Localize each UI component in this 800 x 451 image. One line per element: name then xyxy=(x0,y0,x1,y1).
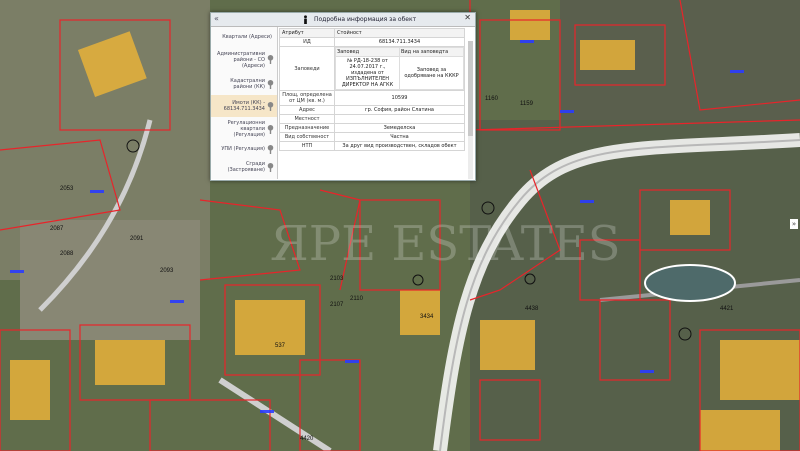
map-label: 2088 xyxy=(60,251,74,257)
attr-value xyxy=(334,114,465,124)
layer-item-label: Сгради (Застрояване) xyxy=(227,161,265,173)
watermark: ЯРЕ ESTATES xyxy=(270,216,621,272)
layer-item-label: Имоти (КК) - 68134.711.3434 xyxy=(223,100,265,112)
layer-item-cadastral-districts[interactable]: Кадастрални райони (КК) xyxy=(211,73,277,95)
info-icon xyxy=(304,15,307,24)
panel-title: Подробна информация за обект xyxy=(314,16,417,23)
panel-scrollbar[interactable] xyxy=(468,41,473,179)
pin-icon xyxy=(267,162,274,172)
attr-value: 68134.711.3434 xyxy=(334,37,465,47)
attr-value: гр. София, район Слатина xyxy=(334,105,465,115)
attr-key: Местност xyxy=(279,114,335,124)
map-side-toggle-button[interactable]: » xyxy=(790,219,798,229)
map-label: 2093 xyxy=(160,268,174,274)
orders-header-order: Заповед xyxy=(335,47,400,57)
attributes-content[interactable]: Атрибут Стойност ИД 68134.711.3434 Запов… xyxy=(279,28,467,178)
table-row: Площ, определена от ЦМ (кв. м.) 10599 xyxy=(279,90,465,106)
layer-list: Квартали (Адреси) Административни райони… xyxy=(211,27,278,179)
table-row: НТП За друг вид производствен, складов о… xyxy=(279,141,465,151)
orders-table: Заповед Вид на заповедта № РД-18-238 от … xyxy=(335,47,464,90)
pin-icon xyxy=(267,101,274,111)
attr-value: Частна xyxy=(334,132,465,142)
attr-key: Вид собственост xyxy=(279,132,335,142)
attr-value: Заповед Вид на заповедта № РД-18-238 от … xyxy=(334,46,465,91)
map-label: 537 xyxy=(275,343,286,349)
collapse-button[interactable]: « xyxy=(214,14,219,23)
pin-icon xyxy=(267,79,274,89)
layer-item-properties[interactable]: Имоти (КК) - 68134.711.3434 xyxy=(211,95,277,117)
order-text: № РД-18-238 от 24.07.2017 г., издадена о… xyxy=(335,56,400,90)
table-row: Адрес гр. София, район Слатина xyxy=(279,105,465,115)
column-header-value: Стойност xyxy=(334,28,465,38)
column-header-attribute: Атрибут xyxy=(279,28,335,38)
close-button[interactable]: ✕ xyxy=(464,13,471,22)
attr-value: За друг вид производствен, складов обект xyxy=(334,141,465,151)
table-row: ИД 68134.711.3434 xyxy=(279,37,465,47)
attr-value: Земеделска xyxy=(334,123,465,133)
pin-icon xyxy=(267,144,274,154)
layer-item-label: Административни райони - СО (Адреси) xyxy=(217,50,265,69)
table-row: Заповеди Заповед Вид на заповедта № РД-1… xyxy=(279,46,465,91)
attr-key: Площ, определена от ЦМ (кв. м.) xyxy=(279,90,335,106)
pin-icon xyxy=(267,124,274,134)
layer-item-label: УПИ (Регулация) xyxy=(221,146,265,152)
attr-key: ИД xyxy=(279,37,335,47)
attr-value: 10599 xyxy=(334,90,465,106)
layer-item-label: Регулационни квартали (Регулация) xyxy=(227,120,265,138)
panel-header: « Подробна информация за обект ✕ xyxy=(211,13,475,27)
map-label: 3434 xyxy=(420,314,434,320)
scroll-thumb[interactable] xyxy=(468,41,473,136)
layer-item-quarters[interactable]: Квартали (Адреси) xyxy=(211,27,277,46)
attr-key: Адрес xyxy=(279,105,335,115)
layer-item-upi[interactable]: УПИ (Регулация) xyxy=(211,141,277,157)
attributes-table: Атрибут Стойност ИД 68134.711.3434 Запов… xyxy=(279,28,465,151)
map-label: 2053 xyxy=(60,186,74,192)
map-label: 4438 xyxy=(525,306,539,312)
layer-item-regulation-quarters[interactable]: Регулационни квартали (Регулация) xyxy=(211,117,277,141)
layer-item-label: Квартали (Адреси) xyxy=(222,33,272,40)
map-label: 4420 xyxy=(300,436,314,442)
table-row: Предназначение Земеделска xyxy=(279,123,465,133)
map-label: 2110 xyxy=(350,296,364,302)
map-label: 4421 xyxy=(720,306,734,312)
table-header-row: Атрибут Стойност xyxy=(279,28,465,38)
object-info-panel: « Подробна информация за обект ✕ Квартал… xyxy=(210,12,476,181)
map-label: 2103 xyxy=(330,276,344,282)
layer-item-label: Кадастрални райони (КК) xyxy=(230,78,265,90)
pin-icon xyxy=(267,55,274,64)
attr-key: НТП xyxy=(279,141,335,151)
table-row: Вид собственост Частна xyxy=(279,132,465,142)
attr-key: Заповеди xyxy=(279,46,335,91)
map-label: 1159 xyxy=(520,101,534,107)
order-type: Заповед за одобряване на КККР xyxy=(399,56,464,90)
map-label: 2087 xyxy=(50,226,64,232)
attr-key: Предназначение xyxy=(279,123,335,133)
layer-item-admin-districts[interactable]: Административни райони - СО (Адреси) xyxy=(211,46,277,73)
map-label: 1160 xyxy=(485,96,499,102)
map-label: 2091 xyxy=(130,236,144,242)
layer-item-buildings[interactable]: Сгради (Застрояване) xyxy=(211,157,277,177)
orders-header-type: Вид на заповедта xyxy=(399,47,464,57)
table-row: Местност xyxy=(279,114,465,124)
map-label: 2107 xyxy=(330,302,344,308)
